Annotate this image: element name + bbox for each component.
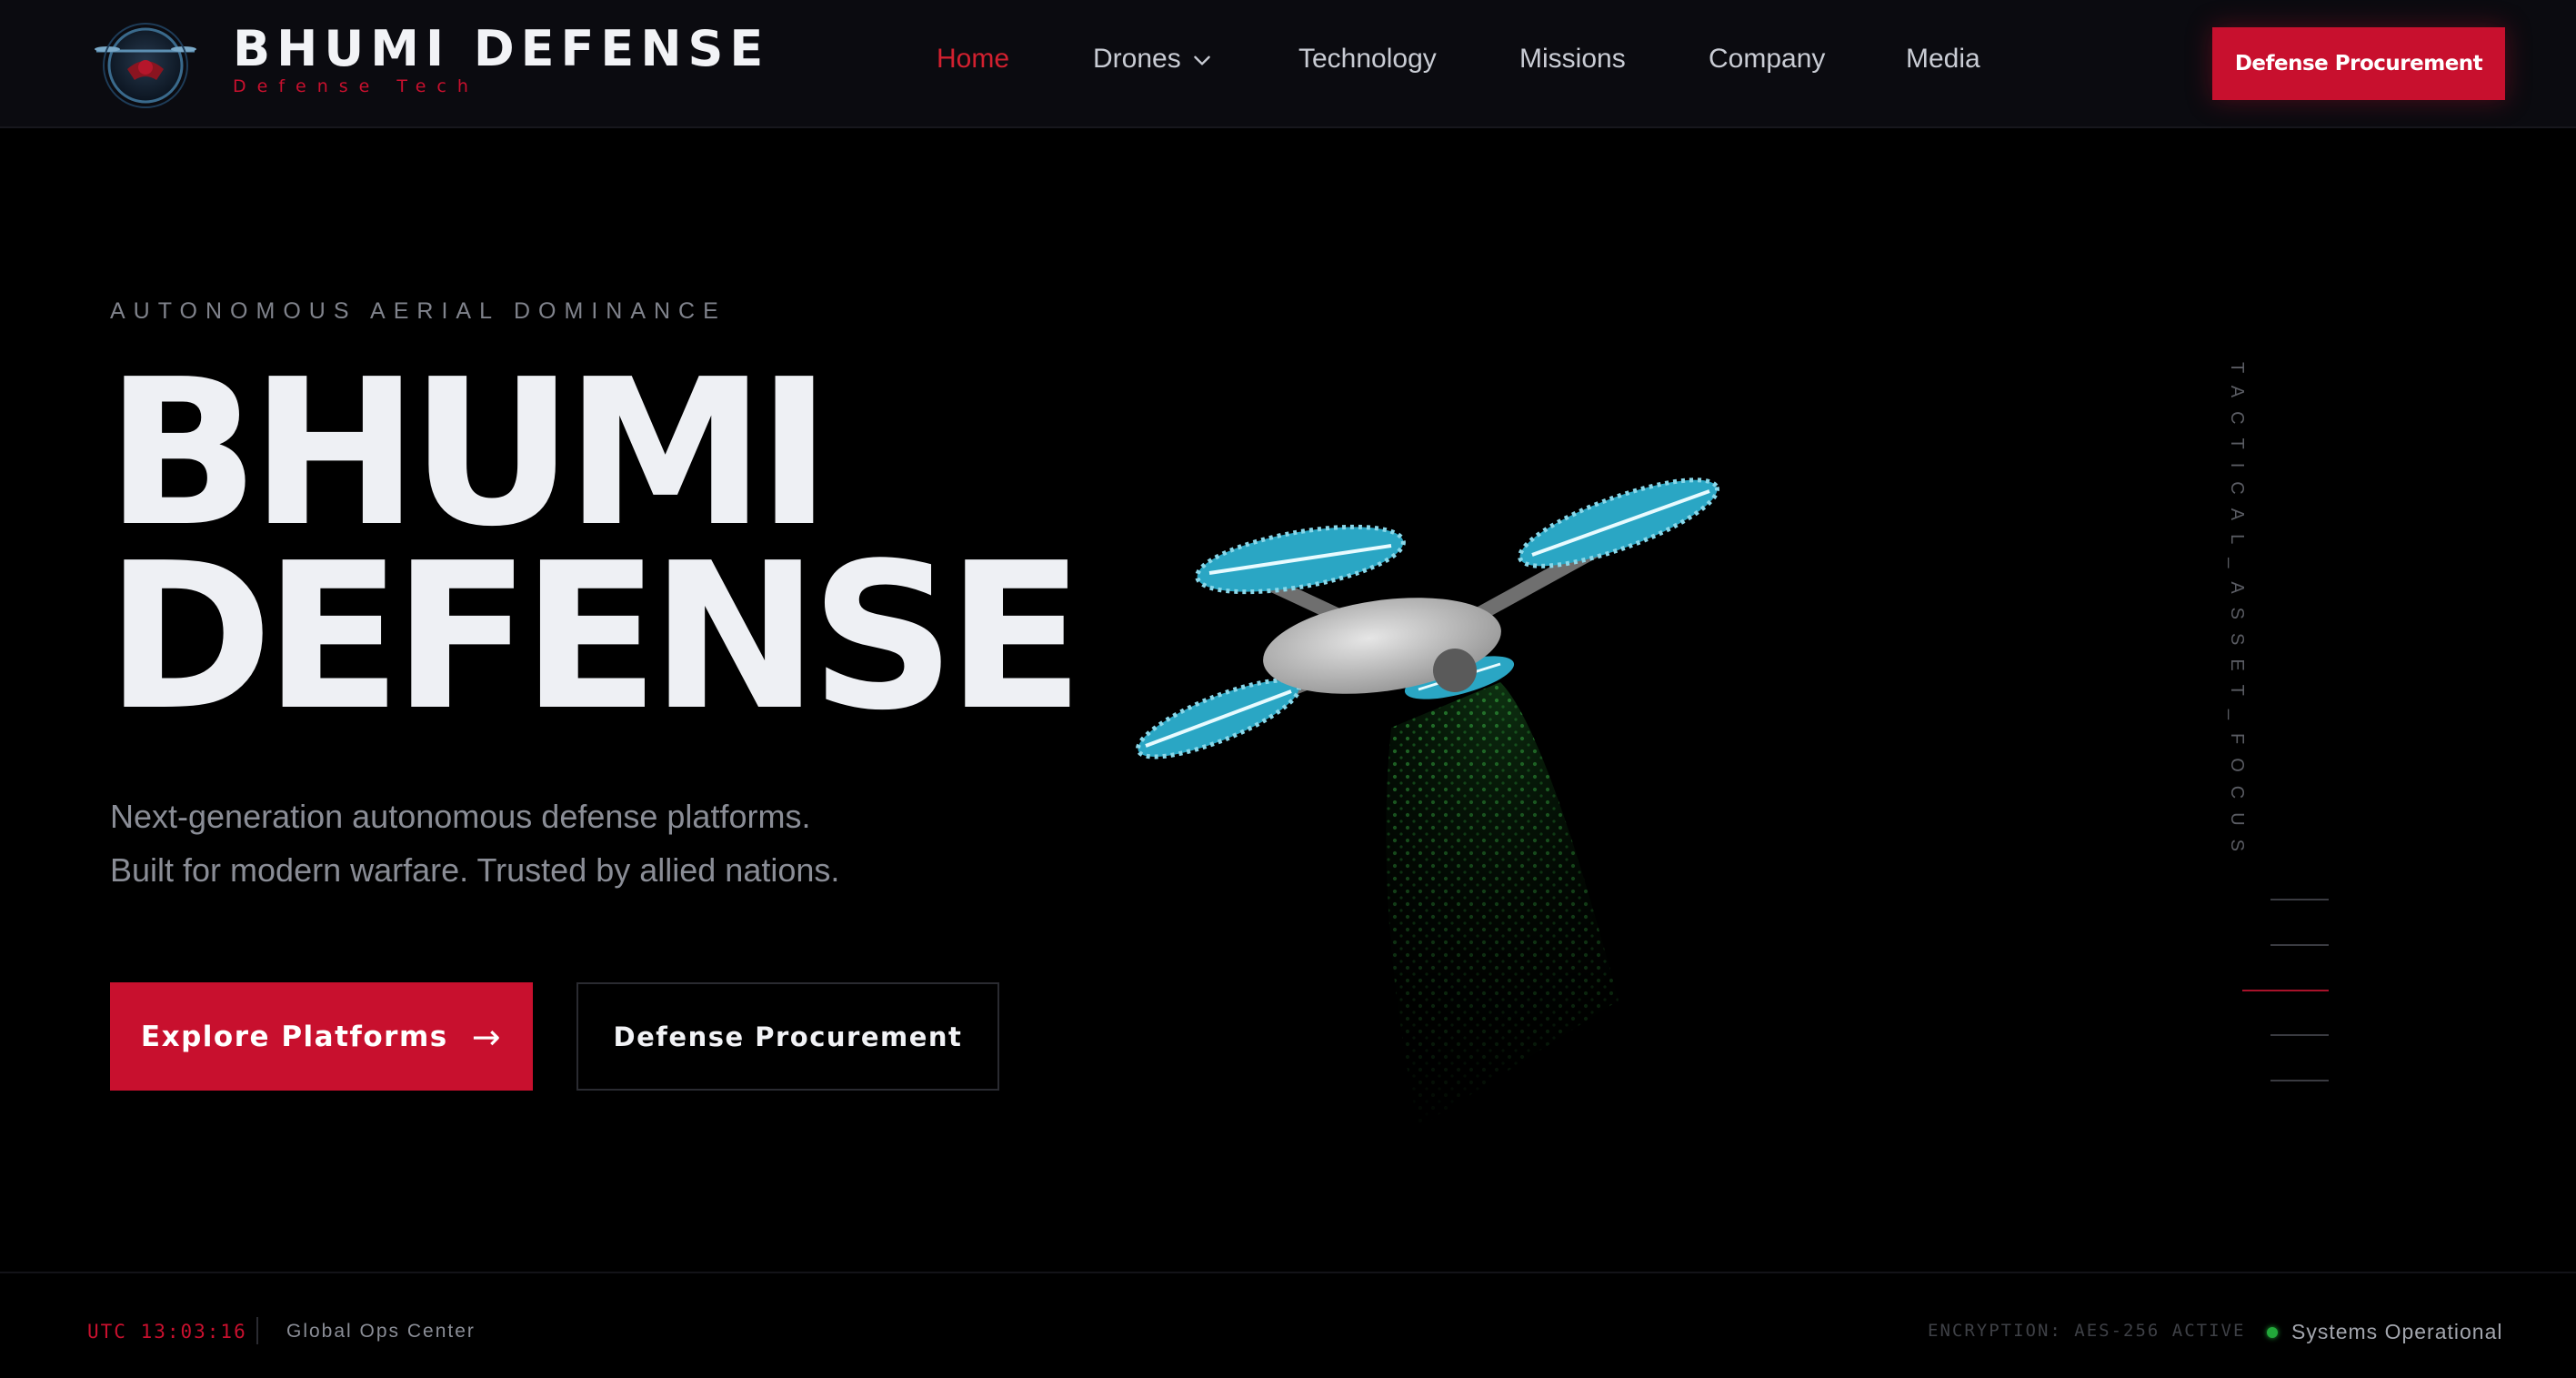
explore-platforms-label: Explore Platforms bbox=[140, 1020, 448, 1053]
status-footer: UTC 13:03:16 Global Ops Center ENCRYPTIO… bbox=[0, 1272, 2576, 1378]
drone-3d-visual[interactable] bbox=[1073, 455, 1819, 1146]
nav-item-drones-label: Drones bbox=[1093, 44, 1181, 74]
nav-item-media[interactable]: Media bbox=[1906, 44, 1980, 75]
rail-tick-4[interactable] bbox=[2270, 1034, 2329, 1036]
footer-divider bbox=[256, 1317, 258, 1344]
rail-tick-5[interactable] bbox=[2270, 1080, 2329, 1081]
rail-tick-1[interactable] bbox=[2270, 899, 2329, 900]
systems-status: Systems Operational bbox=[2291, 1320, 2503, 1343]
explore-platforms-button[interactable]: Explore Platforms → bbox=[110, 982, 533, 1091]
nav-item-technology[interactable]: Technology bbox=[1298, 44, 1437, 75]
chevron-down-icon bbox=[1193, 55, 1210, 65]
hero-title-line-1: BHUMI bbox=[105, 337, 832, 571]
nav-item-home[interactable]: Home bbox=[937, 44, 1009, 75]
tactical-asset-focus-label: TACTICAL_ASSET_FOCUS bbox=[2227, 362, 2247, 866]
rail-tick-3-active[interactable] bbox=[2242, 990, 2329, 991]
brand-name[interactable]: BHUMI DEFENSE bbox=[233, 20, 769, 77]
drone-camera bbox=[1433, 649, 1477, 692]
ops-center-label: Global Ops Center bbox=[286, 1321, 476, 1342]
defense-procurement-nav-button[interactable]: Defense Procurement bbox=[2212, 27, 2505, 100]
rail-tick-2[interactable] bbox=[2270, 944, 2329, 946]
hero-title-line-2: DEFENSE bbox=[105, 520, 1085, 755]
hero-description: Next-generation autonomous defense platf… bbox=[110, 790, 839, 897]
utc-clock: UTC 13:03:16 bbox=[87, 1321, 247, 1343]
hero-eyebrow: AUTONOMOUS AERIAL DOMINANCE bbox=[110, 298, 727, 324]
nav-item-company[interactable]: Company bbox=[1709, 44, 1825, 75]
nav-item-missions[interactable]: Missions bbox=[1519, 44, 1626, 75]
defense-procurement-button[interactable]: Defense Procurement bbox=[576, 982, 999, 1091]
top-navigation: BHUMI DEFENSE Defense Tech Home Drones T… bbox=[0, 0, 2576, 128]
encryption-status: ENCRYPTION: AES-256 ACTIVE bbox=[1928, 1321, 2246, 1341]
hero-description-line-1: Next-generation autonomous defense platf… bbox=[110, 798, 811, 835]
scan-beam bbox=[1386, 682, 1619, 1128]
status-dot-icon bbox=[2267, 1327, 2278, 1338]
drone-emblem-icon[interactable] bbox=[91, 16, 200, 111]
brand-tagline: Defense Tech bbox=[233, 76, 479, 96]
hero-description-line-2: Built for modern warfare. Trusted by all… bbox=[110, 851, 840, 889]
arrow-right-icon: → bbox=[471, 1016, 503, 1057]
nav-item-drones[interactable]: Drones bbox=[1093, 44, 1214, 75]
hero-title: BHUMI DEFENSE bbox=[105, 337, 1085, 755]
